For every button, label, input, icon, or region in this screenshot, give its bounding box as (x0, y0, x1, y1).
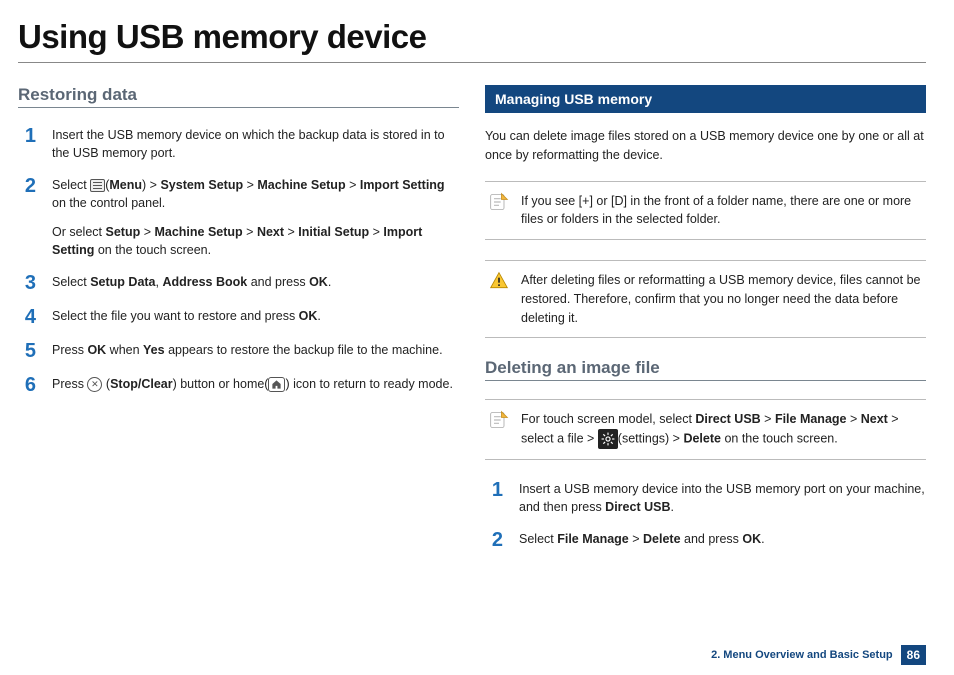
note-icon (489, 410, 509, 430)
step-paragraph: Press ✕ (Stop/Clear) button or home() ic… (52, 375, 459, 393)
step-item: 1 Insert a USB memory device into the USB… (485, 480, 926, 516)
step-item: 1 Insert the USB memory device on which t… (18, 126, 459, 162)
section-divider (485, 380, 926, 381)
intro-paragraph: You can delete image files stored on a U… (485, 127, 926, 165)
step-item: 3 Select Setup Data, Address Book and pre… (18, 273, 459, 293)
step-number: 4 (18, 307, 36, 327)
managing-usb-heading: Managing USB memory (485, 85, 926, 113)
step-body: Press ✕ (Stop/Clear) button or home() ic… (52, 375, 459, 393)
title-divider (18, 62, 926, 63)
step-body: Select File Manage > Delete and press OK… (519, 530, 926, 548)
step-paragraph: Select (Menu) > System Setup > Machine S… (52, 176, 459, 212)
deleting-file-heading: Deleting an image file (485, 358, 926, 378)
step-number: 2 (18, 176, 36, 196)
step-body: Select Setup Data, Address Book and pres… (52, 273, 459, 291)
touchscreen-note-box: For touch screen model, select Direct US… (485, 399, 926, 460)
step-paragraph: Select the file you want to restore and … (52, 307, 459, 325)
page-title: Using USB memory device (18, 18, 926, 56)
deleting-steps-list: 1 Insert a USB memory device into the USB… (485, 480, 926, 550)
step-item: 5 Press OK when Yes appears to restore th… (18, 341, 459, 361)
stop-clear-icon: ✕ (87, 377, 102, 392)
note-text: If you see [+] or [D] in the front of a … (521, 192, 922, 230)
menu-icon (90, 179, 105, 192)
content-columns: Restoring data 1 Insert the USB memory de… (18, 85, 926, 564)
step-body: Select the file you want to restore and … (52, 307, 459, 325)
left-column: Restoring data 1 Insert the USB memory de… (18, 85, 459, 564)
note-icon (489, 192, 509, 212)
step-paragraph: Or select Setup > Machine Setup > Next >… (52, 223, 459, 259)
page-footer: 2. Menu Overview and Basic Setup 86 (711, 645, 926, 665)
step-paragraph: Insert the USB memory device on which th… (52, 126, 459, 162)
footer-chapter: 2. Menu Overview and Basic Setup (711, 649, 893, 661)
step-body: Insert a USB memory device into the USB … (519, 480, 926, 516)
step-item: 2 Select File Manage > Delete and press O… (485, 530, 926, 550)
settings-icon (598, 429, 618, 449)
step-number: 1 (18, 126, 36, 146)
touchscreen-note-text: For touch screen model, select Direct US… (521, 410, 922, 449)
section-divider (18, 107, 459, 108)
restoring-steps-list: 1 Insert the USB memory device on which t… (18, 126, 459, 395)
step-body: Press OK when Yes appears to restore the… (52, 341, 459, 359)
step-paragraph: Select Setup Data, Address Book and pres… (52, 273, 459, 291)
step-item: 6 Press ✕ (Stop/Clear) button or home() i… (18, 375, 459, 395)
home-icon (268, 377, 285, 392)
step-paragraph: Insert a USB memory device into the USB … (519, 480, 926, 516)
step-number: 2 (485, 530, 503, 550)
step-paragraph: Select File Manage > Delete and press OK… (519, 530, 926, 548)
step-paragraph: Press OK when Yes appears to restore the… (52, 341, 459, 359)
info-note-box: If you see [+] or [D] in the front of a … (485, 181, 926, 241)
step-number: 1 (485, 480, 503, 500)
step-number: 6 (18, 375, 36, 395)
step-body: Insert the USB memory device on which th… (52, 126, 459, 162)
footer-page-number: 86 (901, 645, 926, 665)
step-item: 2 Select (Menu) > System Setup > Machine … (18, 176, 459, 259)
step-body: Select (Menu) > System Setup > Machine S… (52, 176, 459, 259)
warning-text: After deleting files or reformatting a U… (521, 271, 922, 327)
step-item: 4 Select the file you want to restore and… (18, 307, 459, 327)
restoring-data-heading: Restoring data (18, 85, 459, 105)
step-number: 3 (18, 273, 36, 293)
warning-note-box: After deleting files or reformatting a U… (485, 260, 926, 338)
right-column: Managing USB memory You can delete image… (485, 85, 926, 564)
warning-icon (489, 271, 509, 291)
step-number: 5 (18, 341, 36, 361)
